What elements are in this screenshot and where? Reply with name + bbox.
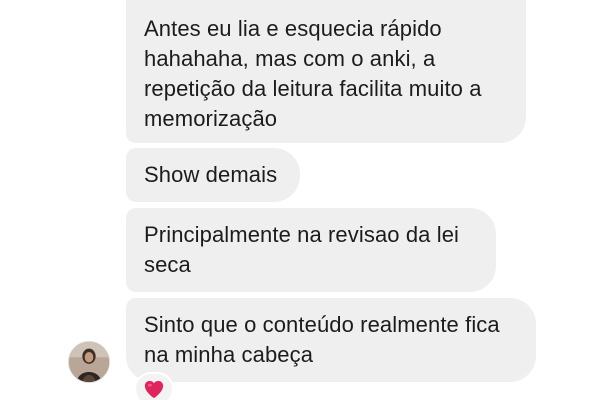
message-reaction[interactable]: [134, 372, 174, 400]
message-text: Sinto que o conteúdo realmente fica na m…: [144, 312, 500, 367]
chat-thread: Antes eu lia e esquecia rápido hahahaha,…: [0, 0, 600, 400]
message-text: Antes eu lia e esquecia rápido hahahaha,…: [144, 16, 482, 131]
sender-avatar[interactable]: [68, 341, 110, 383]
heart-icon: [144, 380, 164, 399]
message-text: Principalmente na revisao da lei seca: [144, 222, 460, 277]
message-bubble[interactable]: Sinto que o conteúdo realmente fica na m…: [126, 298, 536, 382]
message-bubble[interactable]: Principalmente na revisao da lei seca: [126, 208, 496, 292]
message-text: Show demais: [144, 162, 278, 187]
message-bubble[interactable]: Show demais: [126, 148, 300, 202]
message-bubble[interactable]: Antes eu lia e esquecia rápido hahahaha,…: [126, 0, 526, 143]
avatar-photo: [69, 342, 109, 382]
